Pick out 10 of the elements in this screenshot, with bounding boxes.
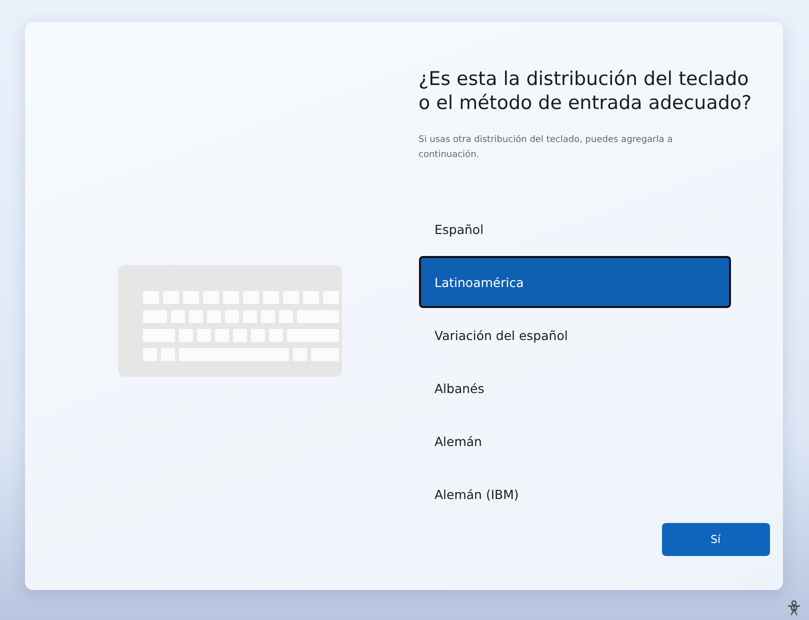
page-title: ¿Es esta la distribución del teclado o el método de entrada adecuado? <box>418 67 753 115</box>
keyboard-layout-item[interactable]: Latinoamérica <box>418 256 730 308</box>
yes-button[interactable]: Sí <box>662 523 770 556</box>
keyboard-layout-item[interactable]: Alemán (IBM) <box>418 468 730 520</box>
keyboard-layout-item[interactable]: Alemán <box>418 415 730 467</box>
keyboard-layout-item[interactable]: Albanés <box>418 362 730 414</box>
keyboard-layout-item[interactable]: Español <box>418 203 730 255</box>
page-subtitle: Si usas otra distribución del teclado, puedes agregarla a continuación. <box>418 134 674 162</box>
accessibility-icon[interactable] <box>787 600 801 616</box>
keyboard-layout-item[interactable]: Variación del español <box>418 309 730 361</box>
